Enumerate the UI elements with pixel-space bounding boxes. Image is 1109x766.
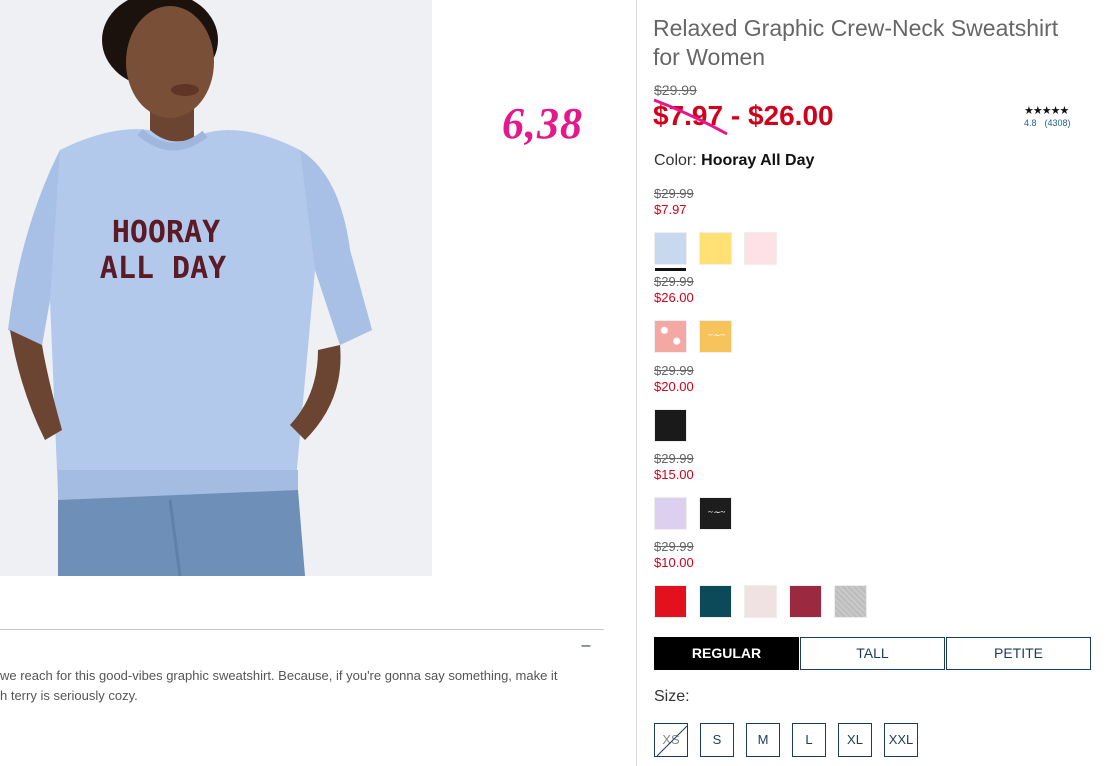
color-swatch[interactable] xyxy=(654,497,687,530)
size-m-button[interactable]: M xyxy=(746,723,780,757)
svg-text:HOORAY: HOORAY xyxy=(112,215,220,250)
swatch-row: ~∼~ xyxy=(654,497,732,530)
svg-text:ALL DAY: ALL DAY xyxy=(100,251,226,286)
fit-tall-button[interactable]: TALL xyxy=(800,637,945,670)
color-swatch[interactable] xyxy=(834,585,867,618)
price-group: $29.99 $26.00 ~∼~ xyxy=(654,274,732,353)
price-group: $29.99 $10.00 xyxy=(654,539,867,618)
panel-border xyxy=(636,0,637,766)
color-swatch[interactable]: ~∼~ xyxy=(699,320,732,353)
size-xxl-button[interactable]: XXL xyxy=(884,723,918,757)
color-swatch[interactable] xyxy=(654,409,687,442)
color-label: Color: xyxy=(654,152,697,169)
script-pattern-icon: ~∼~ xyxy=(707,330,726,340)
sale-price-high: $26.00 xyxy=(747,100,834,131)
group-original-price: $29.99 xyxy=(654,451,694,466)
size-xs-button[interactable]: XS xyxy=(654,723,688,757)
price-group: $29.99 $7.97 xyxy=(654,186,777,271)
swatch-row: ~∼~ xyxy=(654,320,732,353)
handwritten-price-annotation: 6,38 xyxy=(502,99,583,148)
group-original-price: $29.99 xyxy=(654,363,694,378)
group-original-price: $29.99 xyxy=(654,186,694,201)
color-swatch[interactable]: ~∼~ xyxy=(699,497,732,530)
size-label-text: XXL xyxy=(888,732,914,747)
group-sale-price: $20.00 xyxy=(654,379,694,394)
minus-icon[interactable]: – xyxy=(579,638,593,654)
group-sale-price: $10.00 xyxy=(654,555,694,570)
size-label-text: M xyxy=(757,732,769,747)
size-label-text: L xyxy=(805,732,813,747)
size-label-text: XL xyxy=(847,732,863,747)
size-s-button[interactable]: S xyxy=(700,723,734,757)
pink-strike-mark xyxy=(653,98,728,136)
color-swatch[interactable] xyxy=(699,585,732,618)
size-l-button[interactable]: L xyxy=(792,723,826,757)
product-image[interactable]: HOORAY ALL DAY xyxy=(0,0,432,576)
color-swatch[interactable] xyxy=(744,232,777,265)
fit-petite-button[interactable]: PETITE xyxy=(946,637,1091,670)
color-selection-label: Color: Hooray All Day xyxy=(654,152,814,170)
price-group: $29.99 $15.00 ~∼~ xyxy=(654,451,732,530)
size-selector: XS S M L XL XXL xyxy=(654,723,918,757)
review-count-link[interactable]: (4308) xyxy=(1045,118,1071,128)
star-rating-icon: ★★★★★ xyxy=(1024,105,1069,117)
color-swatch[interactable] xyxy=(789,585,822,618)
rating-value: 4.8 xyxy=(1024,118,1037,128)
swatch-row xyxy=(654,232,777,271)
fit-selector: REGULAR TALL PETITE xyxy=(654,637,1092,670)
color-swatch[interactable] xyxy=(654,232,687,271)
size-label-text: S xyxy=(712,732,722,747)
script-pattern-icon: ~∼~ xyxy=(707,507,726,517)
group-sale-price: $7.97 xyxy=(654,202,687,217)
unavailable-slash-icon xyxy=(656,725,688,757)
size-label: Size: xyxy=(654,688,690,705)
size-xl-button[interactable]: XL xyxy=(838,723,872,757)
model-illustration: HOORAY ALL DAY xyxy=(0,0,432,576)
product-title: Relaxed Graphic Crew-Neck Sweatshirt for… xyxy=(653,15,1059,70)
group-original-price: $29.99 xyxy=(654,539,694,554)
swatch-row xyxy=(654,585,867,618)
group-original-price: $29.99 xyxy=(654,274,694,289)
product-description: we reach for this good-vibes graphic swe… xyxy=(0,668,558,703)
color-swatch[interactable] xyxy=(699,232,732,265)
group-sale-price: $26.00 xyxy=(654,290,694,305)
price-group: $29.99 $20.00 xyxy=(654,363,694,442)
fit-regular-button[interactable]: REGULAR xyxy=(654,637,799,670)
rating-summary[interactable]: ★★★★★ 4.8 (4308) xyxy=(1024,104,1079,128)
section-divider xyxy=(0,629,604,630)
group-sale-price: $15.00 xyxy=(654,467,694,482)
color-swatch[interactable] xyxy=(744,585,777,618)
color-swatch[interactable] xyxy=(654,320,687,353)
swatch-row xyxy=(654,409,694,442)
selected-color-name: Hooray All Day xyxy=(701,152,815,169)
color-swatch[interactable] xyxy=(654,585,687,618)
